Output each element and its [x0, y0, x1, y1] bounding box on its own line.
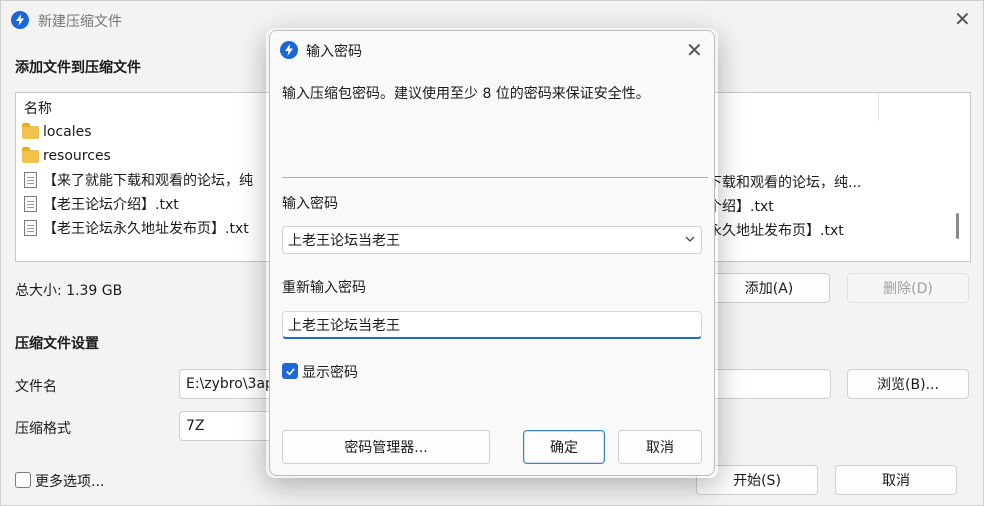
column-header-divider[interactable] — [878, 93, 879, 121]
password-label: 输入密码 — [282, 196, 338, 212]
window-title: 新建压缩文件 — [38, 14, 122, 30]
main-cancel-button[interactable]: 取消 — [835, 465, 957, 495]
list-item-label: 【来了就能下载和观看的论坛，纯 — [43, 173, 253, 189]
more-options-label: 更多选项... — [35, 474, 105, 490]
reenter-password-input[interactable]: 上老王论坛当老王 — [282, 311, 702, 339]
main-close-icon[interactable]: ✕ — [954, 9, 971, 29]
reenter-password-value: 上老王论坛当老王 — [288, 317, 400, 334]
password-dialog: 输入密码 ✕ 输入压缩包密码。建议使用至少 8 位的密码来保证安全性。 输入密码… — [269, 30, 715, 476]
dialog-cancel-button[interactable]: 取消 — [618, 430, 702, 464]
folder-icon — [22, 122, 39, 139]
list-item[interactable]: 【来了就能下载和观看的论坛，纯 — [22, 168, 253, 192]
list-item[interactable]: resources — [22, 144, 111, 168]
list-item-label: 【老王论坛介绍】.txt — [43, 197, 179, 213]
password-combobox[interactable]: 上老王论坛当老王 — [282, 226, 702, 254]
list-scrollbar[interactable] — [956, 213, 959, 239]
total-size: 总大小: 1.39 GB — [15, 283, 123, 299]
add-button[interactable]: 添加(A) — [708, 273, 830, 303]
dialog-divider — [282, 177, 708, 178]
password-value: 上老王论坛当老王 — [288, 233, 400, 249]
add-files-section-title: 添加文件到压缩文件 — [15, 60, 141, 76]
folder-icon — [22, 146, 39, 163]
password-manager-button[interactable]: 密码管理器... — [282, 430, 490, 464]
dialog-close-icon[interactable]: ✕ — [686, 40, 703, 60]
browse-button[interactable]: 浏览(B)... — [847, 369, 969, 399]
dialog-titlebar: 输入密码 ✕ — [270, 31, 714, 69]
app-icon — [11, 11, 29, 29]
list-item-label: locales — [43, 124, 92, 140]
format-label: 压缩格式 — [15, 421, 71, 437]
list-item[interactable]: 【老王论坛介绍】.txt — [22, 192, 179, 216]
file-icon — [24, 220, 37, 236]
file-icon — [24, 196, 37, 212]
ok-button[interactable]: 确定 — [523, 430, 605, 464]
show-password-checkbox[interactable] — [282, 363, 298, 379]
show-password-label: 显示密码 — [302, 365, 358, 381]
list-item-detail: 永久地址发布页】.txt — [708, 223, 844, 239]
column-header-name[interactable]: 名称 — [24, 98, 52, 118]
settings-section-title: 压缩文件设置 — [15, 336, 99, 352]
list-item-detail: 下载和观看的论坛，纯... — [708, 175, 862, 191]
delete-button[interactable]: 删除(D) — [847, 273, 969, 303]
filename-label: 文件名 — [15, 379, 57, 395]
more-options-checkbox[interactable] — [15, 472, 31, 488]
list-item-label: resources — [43, 148, 111, 164]
app-icon — [280, 41, 298, 59]
reenter-password-label: 重新输入密码 — [282, 280, 366, 296]
chevron-down-icon[interactable] — [685, 232, 695, 248]
list-item[interactable]: 【老王论坛永久地址发布页】.txt — [22, 216, 249, 240]
file-icon — [24, 172, 37, 188]
dialog-description: 输入压缩包密码。建议使用至少 8 位的密码来保证安全性。 — [282, 86, 650, 102]
checkmark-icon — [285, 367, 295, 375]
list-item-label: 【老王论坛永久地址发布页】.txt — [43, 221, 249, 237]
dialog-title: 输入密码 — [306, 44, 362, 60]
list-item[interactable]: locales — [22, 120, 92, 144]
